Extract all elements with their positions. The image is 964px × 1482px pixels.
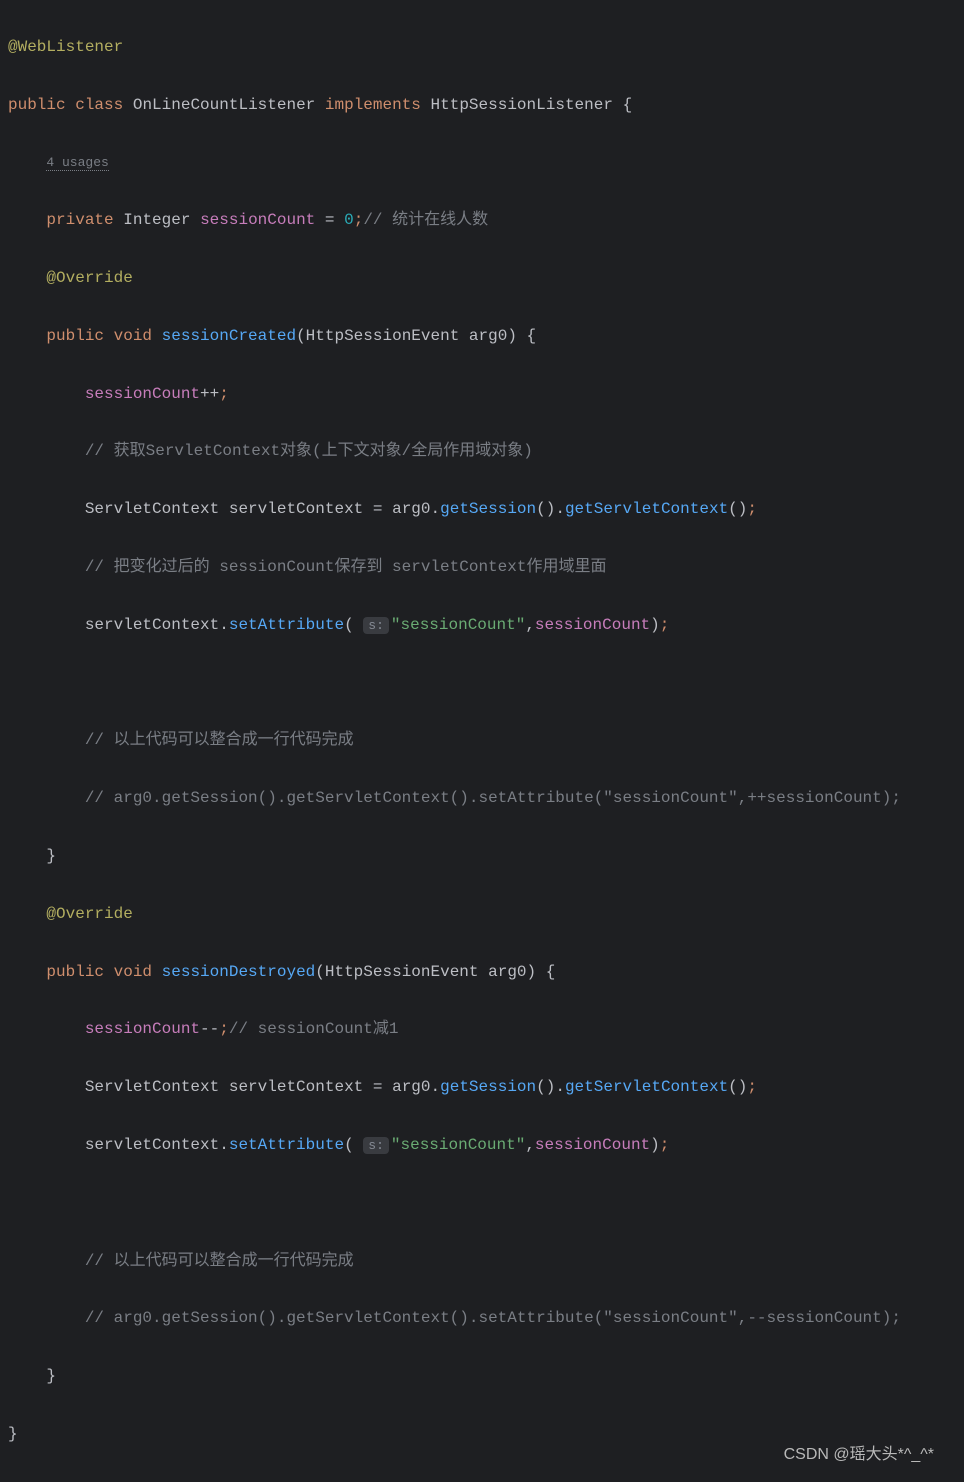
- method1-decl-line: public void sessionCreated(HttpSessionEv…: [8, 322, 964, 351]
- annotation: @WebListener: [8, 38, 123, 56]
- m1-close: }: [8, 842, 964, 871]
- usage-hint[interactable]: 4 usages: [46, 155, 108, 171]
- m1-stmt1: sessionCount++;: [8, 380, 964, 409]
- m2-stmt1: sessionCount--;// sessionCount减1: [8, 1015, 964, 1044]
- m1-comment3: // 以上代码可以整合成一行代码完成: [8, 726, 964, 755]
- m2-stmt3: servletContext.setAttribute( s:"sessionC…: [8, 1131, 964, 1160]
- override-line: @Override: [8, 264, 964, 293]
- param-hint: s:: [363, 617, 389, 634]
- m1-comment4: // arg0.getSession().getServletContext()…: [8, 784, 964, 813]
- m1-stmt3: servletContext.setAttribute( s:"sessionC…: [8, 611, 964, 640]
- method2-decl-line: public void sessionDestroyed(HttpSession…: [8, 958, 964, 987]
- m2-stmt2: ServletContext servletContext = arg0.get…: [8, 1073, 964, 1102]
- param-hint: s:: [363, 1137, 389, 1154]
- blank-line: [8, 1189, 964, 1218]
- m2-comment3: // 以上代码可以整合成一行代码完成: [8, 1247, 964, 1276]
- m1-stmt2: ServletContext servletContext = arg0.get…: [8, 495, 964, 524]
- usage-hint-line: 4 usages: [8, 148, 964, 177]
- blank-line: [8, 669, 964, 698]
- class-decl-line: public class OnLineCountListener impleme…: [8, 91, 964, 120]
- m2-comment4: // arg0.getSession().getServletContext()…: [8, 1304, 964, 1333]
- m1-comment2: // 把变化过后的 sessionCount保存到 servletContext…: [8, 553, 964, 582]
- field-line: private Integer sessionCount = 0;// 统计在线…: [8, 206, 964, 235]
- override2-line: @Override: [8, 900, 964, 929]
- watermark: CSDN @瑶大头*^_^*: [784, 1441, 934, 1470]
- m2-close: }: [8, 1362, 964, 1391]
- code-editor[interactable]: @WebListener public class OnLineCountLis…: [0, 4, 964, 1478]
- annotation-line: @WebListener: [8, 33, 964, 62]
- m1-comment1: // 获取ServletContext对象(上下文对象/全局作用域对象): [8, 437, 964, 466]
